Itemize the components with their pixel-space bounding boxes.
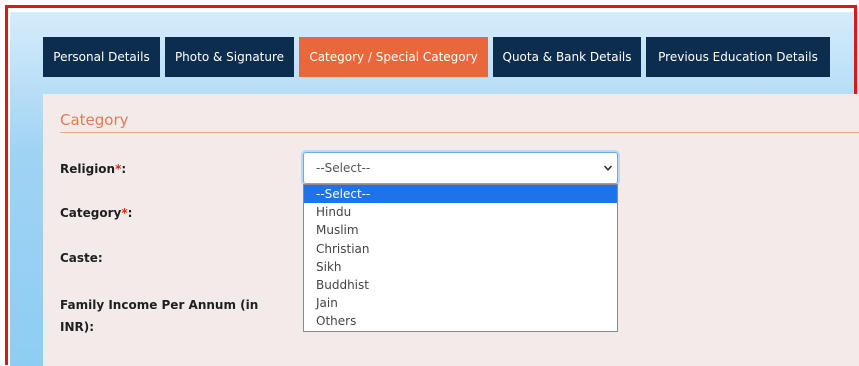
tab-quota-bank-details[interactable]: Quota & Bank Details: [493, 37, 641, 77]
caste-label: Caste:: [60, 251, 103, 265]
religion-option-others[interactable]: Others: [304, 312, 617, 330]
tab-personal-details[interactable]: Personal Details: [43, 37, 160, 77]
religion-option-jain[interactable]: Jain: [304, 294, 617, 312]
section-title: Category: [60, 111, 129, 129]
religion-select-value: --Select--: [316, 161, 371, 175]
religion-option-sikh[interactable]: Sikh: [304, 258, 617, 276]
religion-option-muslim[interactable]: Muslim: [304, 221, 617, 239]
religion-select[interactable]: --Select--: [303, 152, 618, 184]
chevron-down-icon: [603, 165, 613, 171]
religion-dropdown-list: --Select-- Hindu Muslim Christian Sikh B…: [303, 184, 618, 332]
religion-option-christian[interactable]: Christian: [304, 240, 617, 258]
tab-previous-education-details[interactable]: Previous Education Details: [646, 37, 830, 77]
tab-category-special-category[interactable]: Category / Special Category: [299, 37, 488, 77]
religion-option-select[interactable]: --Select--: [304, 185, 617, 204]
religion-option-hindu[interactable]: Hindu: [304, 203, 617, 221]
tab-photo-signature[interactable]: Photo & Signature: [165, 37, 294, 77]
category-label: Category*:: [60, 206, 133, 220]
religion-label: Religion*:: [60, 162, 127, 176]
religion-option-buddhist[interactable]: Buddhist: [304, 276, 617, 294]
section-divider: [60, 132, 859, 133]
form-panel: Category Religion*: Category*: Caste: Fa…: [43, 94, 859, 366]
family-income-label: Family Income Per Annum (in INR):: [60, 298, 259, 334]
